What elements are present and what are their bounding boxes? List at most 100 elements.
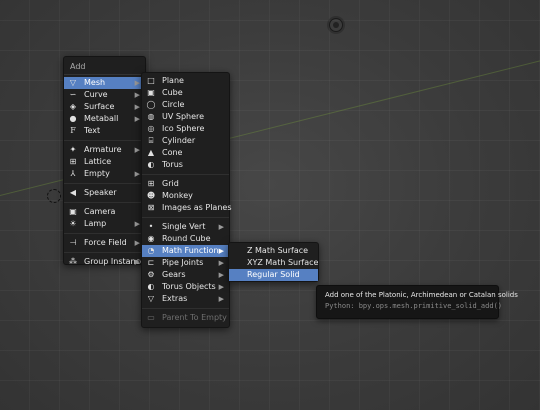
cone-icon: ▲ <box>147 148 155 157</box>
submenu-arrow-icon: ▶ <box>134 220 140 228</box>
add-menu-item-force-field[interactable]: ⊣ Force Field ▶ <box>64 237 145 249</box>
item-label: Force Field <box>84 238 127 247</box>
submenu-arrow-icon: ▶ <box>134 91 140 99</box>
item-label: Empty <box>84 169 110 178</box>
item-label: Grid <box>162 179 179 188</box>
menu-separator <box>64 252 145 253</box>
mesh-item-cube[interactable]: ▣ Cube <box>142 87 229 99</box>
add-menu-item-empty[interactable]: ⅄ Empty ▶ <box>64 168 145 180</box>
images-as-planes-icon: ⊠ <box>147 203 155 212</box>
mesh-item-ico-sphere[interactable]: ◎ Ico Sphere <box>142 123 229 135</box>
item-label: Torus Objects <box>162 282 216 291</box>
ico-sphere-icon: ◎ <box>147 124 155 133</box>
mesh-item-gears[interactable]: ⚙ Gears ▶ <box>142 269 229 281</box>
submenu-arrow-icon: ▶ <box>134 146 140 154</box>
lattice-icon: ⊞ <box>69 157 77 166</box>
mesh-item-torus-objects[interactable]: ◐ Torus Objects ▶ <box>142 281 229 293</box>
menu-separator <box>64 233 145 234</box>
lamp-icon: ☀ <box>69 219 77 228</box>
item-label: Lattice <box>84 157 112 166</box>
item-label: Cylinder <box>162 136 196 145</box>
math-function-submenu: Z Math Surface XYZ Math Surface Regular … <box>228 242 319 282</box>
force-field-icon: ⊣ <box>69 238 77 247</box>
mesh-item-torus[interactable]: ◐ Torus <box>142 159 229 171</box>
mesh-item-single-vert[interactable]: • Single Vert ▶ <box>142 221 229 233</box>
lamp-object-icon[interactable] <box>329 18 343 32</box>
mesh-item-round-cube[interactable]: ◉ Round Cube <box>142 233 229 245</box>
mesh-submenu: □ Plane ▣ Cube ◯ Circle ◍ UV Sphere ◎ Ic… <box>141 72 232 328</box>
add-menu-item-group-instance[interactable]: ⁂ Group Instance ▶ <box>64 256 145 268</box>
mesh-item-monkey[interactable]: ☻ Monkey <box>142 190 229 202</box>
add-menu-item-speaker[interactable]: ◀ Speaker <box>64 187 145 199</box>
mesh-item-circle[interactable]: ◯ Circle <box>142 99 229 111</box>
armature-icon: ✦ <box>69 145 77 154</box>
submenu-arrow-icon: ▶ <box>218 247 224 255</box>
item-label: Lamp <box>84 219 107 228</box>
item-label: Ico Sphere <box>162 124 205 133</box>
math-item-z-math-surface[interactable]: Z Math Surface <box>229 245 318 257</box>
camera-icon: ▣ <box>69 207 77 216</box>
item-label: Monkey <box>162 191 193 200</box>
mesh-item-plane[interactable]: □ Plane <box>142 75 229 87</box>
grid-icon: ⊞ <box>147 179 155 188</box>
add-menu-item-camera[interactable]: ▣ Camera <box>64 206 145 218</box>
add-menu-item-lattice[interactable]: ⊞ Lattice <box>64 156 145 168</box>
add-menu-title: Add <box>64 59 145 75</box>
mesh-item-extras[interactable]: ▽ Extras ▶ <box>142 293 229 305</box>
surface-icon: ◈ <box>69 102 77 111</box>
3d-cursor[interactable] <box>47 189 61 203</box>
item-label: Armature <box>84 145 122 154</box>
menu-separator <box>142 174 229 175</box>
add-menu-item-text[interactable]: F Text <box>64 125 145 137</box>
submenu-arrow-icon: ▶ <box>134 115 140 123</box>
mesh-item-grid[interactable]: ⊞ Grid <box>142 178 229 190</box>
group-instance-icon: ⁂ <box>69 257 77 266</box>
submenu-arrow-icon: ▶ <box>134 79 140 87</box>
text-icon: F <box>70 126 76 135</box>
mesh-item-uv-sphere[interactable]: ◍ UV Sphere <box>142 111 229 123</box>
circle-icon: ◯ <box>146 100 156 109</box>
submenu-arrow-icon: ▶ <box>134 170 140 178</box>
empty-icon: ⅄ <box>70 169 76 178</box>
parent-to-empty-icon: ▭ <box>147 313 155 322</box>
mesh-icon: ▽ <box>69 78 77 87</box>
mesh-item-pipe-joints[interactable]: ⊏ Pipe Joints ▶ <box>142 257 229 269</box>
add-menu-item-curve[interactable]: ∽ Curve ▶ <box>64 89 145 101</box>
item-label: Parent To Empty <box>162 313 227 322</box>
item-label: Pipe Joints <box>162 258 204 267</box>
cylinder-icon: ⌸ <box>148 136 154 145</box>
item-label: Single Vert <box>162 222 206 231</box>
mesh-item-images-as-planes[interactable]: ⊠ Images as Planes <box>142 202 232 214</box>
mesh-item-cone[interactable]: ▲ Cone <box>142 147 229 159</box>
item-label: Metaball <box>84 114 119 123</box>
add-menu-item-lamp[interactable]: ☀ Lamp ▶ <box>64 218 145 230</box>
item-label: Surface <box>84 102 115 111</box>
add-menu-item-metaball[interactable]: ● Metaball ▶ <box>64 113 145 125</box>
plane-icon: □ <box>147 76 155 85</box>
add-menu-item-surface[interactable]: ◈ Surface ▶ <box>64 101 145 113</box>
item-label: Camera <box>84 207 116 216</box>
math-item-xyz-math-surface[interactable]: XYZ Math Surface <box>229 257 318 269</box>
submenu-arrow-icon: ▶ <box>218 271 224 279</box>
mesh-item-parent-to-empty: ▭ Parent To Empty <box>142 312 229 324</box>
mesh-item-math-function[interactable]: ◔ Math Function ▶ <box>142 245 229 257</box>
submenu-arrow-icon: ▶ <box>134 239 140 247</box>
item-label: Round Cube <box>162 234 211 243</box>
menu-separator <box>64 183 145 184</box>
tooltip-description: Add one of the Platonic, Archimedean or … <box>325 291 518 299</box>
single-vert-icon: • <box>148 222 154 231</box>
tooltip: Add one of the Platonic, Archimedean or … <box>316 285 518 319</box>
add-menu-item-mesh[interactable]: ▽ Mesh ▶ <box>64 77 145 89</box>
metaball-icon: ● <box>69 114 77 123</box>
item-label: Circle <box>162 100 185 109</box>
item-label: Torus <box>162 160 183 169</box>
math-item-regular-solid[interactable]: Regular Solid <box>229 269 318 281</box>
item-label: Speaker <box>84 188 117 197</box>
item-label: Z Math Surface <box>247 246 309 255</box>
torus-objects-icon: ◐ <box>147 282 155 291</box>
tooltip-python-path: Python: bpy.ops.mesh.primitive_solid_add… <box>325 302 503 310</box>
item-label: Curve <box>84 90 108 99</box>
item-label: Mesh <box>84 78 106 87</box>
add-menu-item-armature[interactable]: ✦ Armature ▶ <box>64 144 145 156</box>
mesh-item-cylinder[interactable]: ⌸ Cylinder <box>142 135 229 147</box>
